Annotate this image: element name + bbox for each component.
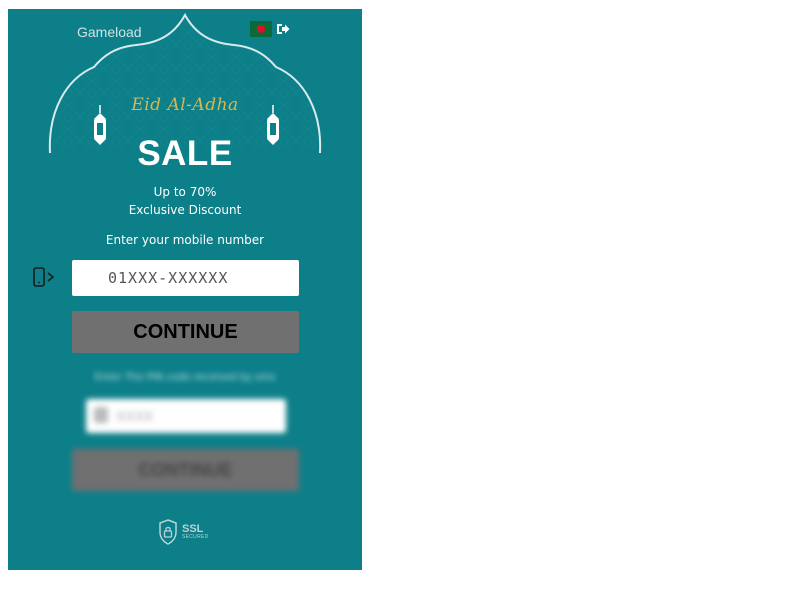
lock-icon (94, 407, 108, 423)
eid-greeting: Eid Al-Adha (131, 95, 239, 115)
exclusive-line: Exclusive Discount (128, 203, 242, 217)
sale-headline: SALE (137, 134, 233, 173)
header-icons (250, 21, 290, 37)
brand-name: Gameload (77, 24, 142, 40)
ssl-badge: SSL SECURED (158, 519, 209, 545)
mobile-number-label: Enter your mobile number (105, 233, 265, 247)
pin-continue-button[interactable]: CONTINUE (72, 449, 299, 491)
continue-button[interactable]: CONTINUE (72, 311, 299, 353)
mobile-number-input[interactable] (72, 260, 299, 296)
pin-input[interactable] (86, 399, 286, 433)
bangladesh-flag-icon[interactable] (250, 21, 272, 37)
landing-panel: Gameload Eid Al-Adha SALE Up to 70% Excl… (8, 9, 362, 570)
discount-line: Up to 70% (153, 185, 217, 199)
ssl-sub-text: SECURED (182, 534, 209, 540)
sign-out-icon[interactable] (276, 22, 290, 36)
pin-label: Enter The PIN code received by sms (94, 372, 276, 383)
pin-section: Enter The PIN code received by sms CONTI… (8, 367, 362, 507)
mobile-phone-icon (33, 267, 55, 287)
ssl-text: SSL SECURED (182, 524, 209, 540)
ssl-lock-shield-icon (159, 519, 177, 545)
